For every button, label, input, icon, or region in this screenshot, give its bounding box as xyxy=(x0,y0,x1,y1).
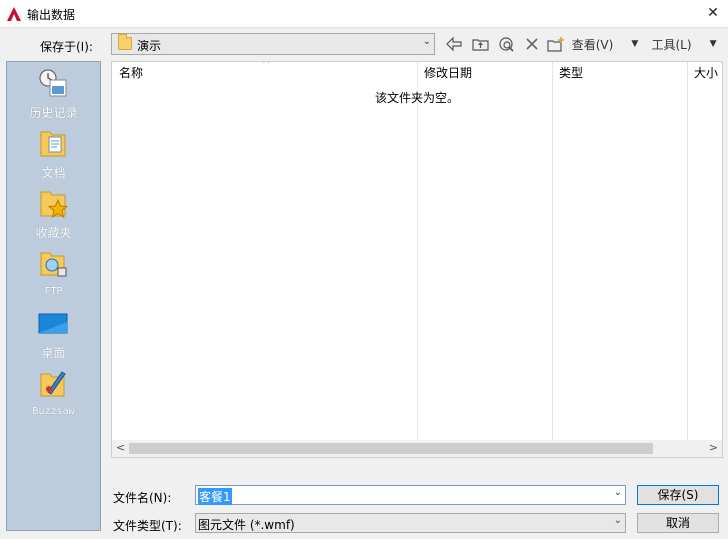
folder-icon xyxy=(118,34,132,50)
column-header-modified[interactable]: 修改日期 xyxy=(424,64,472,81)
folder-up-icon xyxy=(471,39,489,51)
title-bar: 输出数据 ✕ xyxy=(0,0,728,28)
file-name-input[interactable]: 客餐1 ⌄ xyxy=(195,485,626,505)
place-label-buzzsaw: Buzzsaw xyxy=(32,406,75,417)
save-in-folder: 演示 xyxy=(137,39,162,53)
place-ftp[interactable]: FTP xyxy=(7,244,100,304)
close-button[interactable]: ✕ xyxy=(698,0,728,28)
sort-ascending-icon: ^ xyxy=(262,61,271,70)
history-icon xyxy=(39,69,67,97)
column-header-name[interactable]: 名称 xyxy=(119,64,143,81)
file-name-label: 文件名(N): xyxy=(113,491,172,505)
file-type-dropdown[interactable]: 图元文件 (*.wmf) ⌄ xyxy=(195,513,626,533)
place-label-history: 历史记录 xyxy=(29,106,78,120)
back-arrow-icon xyxy=(446,37,462,51)
save-in-label: 保存于(I): xyxy=(40,40,93,54)
chevron-down-icon: ⌄ xyxy=(613,515,622,526)
file-type-label: 文件类型(T): xyxy=(113,519,182,533)
scrollbar-thumb[interactable] xyxy=(129,443,653,454)
place-documents[interactable]: 文档 xyxy=(7,124,100,184)
chevron-down-icon[interactable]: ⌄ xyxy=(614,487,622,498)
tools-menu-label: 工具(L) xyxy=(651,37,692,52)
delete-button[interactable] xyxy=(521,34,543,54)
dropdown-arrow-icon: ▼ xyxy=(631,39,639,49)
place-history[interactable]: 历史记录 xyxy=(7,64,100,124)
place-label-favorites: 收藏夹 xyxy=(35,226,72,240)
scroll-left-icon[interactable]: < xyxy=(116,441,125,454)
search-web-icon xyxy=(498,37,514,52)
file-name-value: 客餐1 xyxy=(198,488,232,505)
window-title: 输出数据 xyxy=(27,8,76,22)
back-button[interactable] xyxy=(443,34,465,54)
file-type-value: 图元文件 (*.wmf) xyxy=(198,518,295,532)
new-folder-icon xyxy=(547,36,564,52)
place-label-documents: 文档 xyxy=(41,166,66,180)
chevron-down-icon: ⌄ xyxy=(422,36,431,47)
column-divider[interactable] xyxy=(417,62,418,440)
documents-icon xyxy=(40,131,66,157)
buzzsaw-icon xyxy=(40,371,66,397)
place-label-desktop: 桌面 xyxy=(41,346,66,360)
ftp-icon xyxy=(40,252,67,277)
place-label-ftp: FTP xyxy=(44,286,63,297)
search-web-button[interactable] xyxy=(495,34,517,54)
places-bar: 历史记录 文档 收藏夹 FTP 桌面 Buzzsaw xyxy=(6,61,101,531)
save-in-dropdown[interactable]: 演示 ⌄ xyxy=(111,33,435,55)
new-folder-button[interactable] xyxy=(545,34,567,54)
column-divider[interactable] xyxy=(687,62,688,440)
tools-menu-button[interactable]: 工具(L) ▼ xyxy=(648,34,720,54)
desktop-icon xyxy=(38,313,68,334)
file-list[interactable]: 名称 ^ 修改日期 类型 大小 该文件夹为空。 < > xyxy=(111,61,723,458)
dropdown-arrow-icon: ▼ xyxy=(709,39,717,49)
place-buzzsaw[interactable]: Buzzsaw xyxy=(7,364,100,424)
up-folder-button[interactable] xyxy=(469,34,491,54)
autocad-logo-icon xyxy=(7,7,21,21)
view-menu-label: 查看(V) xyxy=(571,37,614,52)
place-desktop[interactable]: 桌面 xyxy=(7,304,100,364)
column-header-type[interactable]: 类型 xyxy=(559,64,583,81)
view-menu-button[interactable]: 查看(V) ▼ xyxy=(570,34,640,54)
column-header-size[interactable]: 大小 xyxy=(694,64,718,81)
delete-x-icon xyxy=(526,38,538,50)
scroll-right-icon[interactable]: > xyxy=(709,441,718,454)
cancel-button[interactable]: 取消 xyxy=(637,513,719,533)
empty-folder-message: 该文件夹为空。 xyxy=(375,91,460,105)
save-button[interactable]: 保存(S) xyxy=(637,485,719,505)
place-favorites[interactable]: 收藏夹 xyxy=(7,184,100,244)
favorites-icon xyxy=(40,191,68,218)
horizontal-scrollbar[interactable]: < > xyxy=(112,440,722,457)
column-divider[interactable] xyxy=(552,62,553,440)
